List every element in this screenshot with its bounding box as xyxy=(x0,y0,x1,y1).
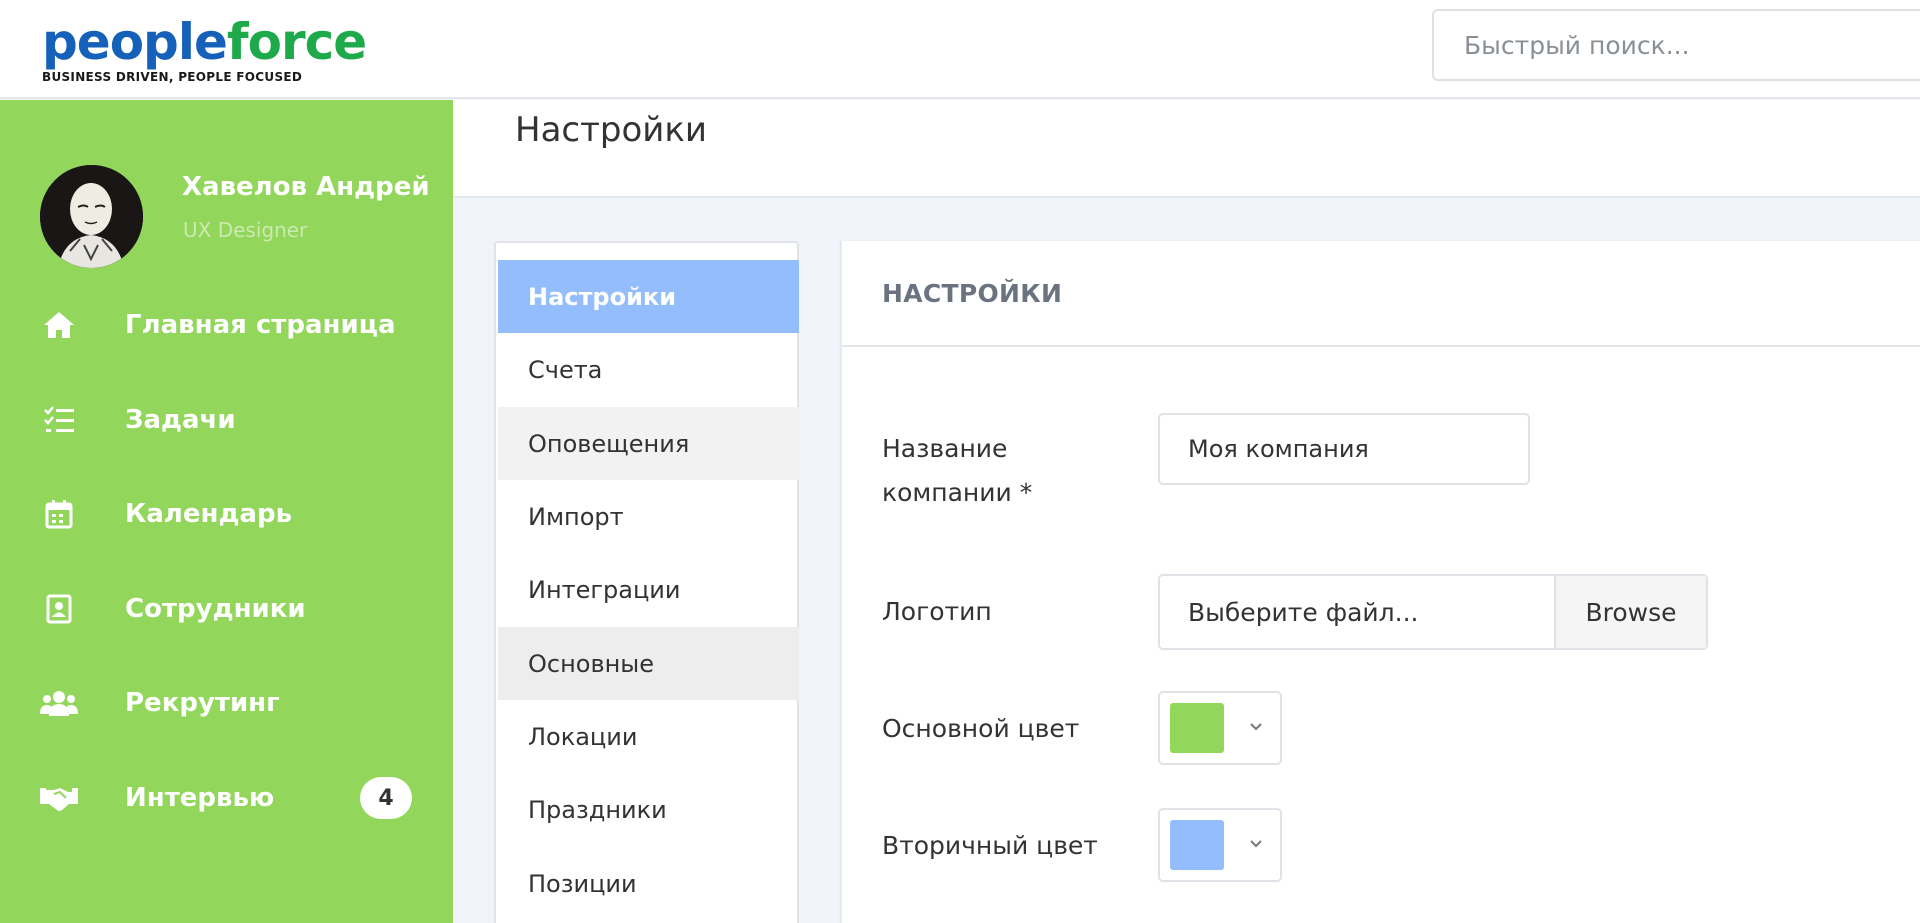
chevron-down-icon xyxy=(1250,840,1262,848)
panel-title: НАСТРОЙКИ xyxy=(882,279,1063,308)
top-header: peopleforce BUSINESS DRIVEN, PEOPLE FOCU… xyxy=(0,0,1920,99)
submenu-item-general[interactable]: Основные xyxy=(498,627,799,700)
user-name[interactable]: Хавелов Андрей xyxy=(182,172,430,202)
calendar-icon xyxy=(40,495,78,533)
primary-color-picker[interactable] xyxy=(1158,691,1282,765)
settings-panel: НАСТРОЙКИ Название компании * Логотип Вы… xyxy=(840,241,1920,923)
sidebar-item-label: Главная страница xyxy=(125,310,396,340)
sidebar-item-recruiting[interactable]: Рекрутинг xyxy=(0,673,453,733)
sidebar-item-home[interactable]: Главная страница xyxy=(0,295,453,355)
chevron-down-icon xyxy=(1250,723,1262,731)
page-title: Настройки xyxy=(515,110,708,150)
submenu-item-import[interactable]: Импорт xyxy=(498,480,799,553)
browse-button[interactable]: Browse xyxy=(1554,576,1706,648)
tasks-icon xyxy=(40,401,78,439)
sidebar-item-label: Календарь xyxy=(125,499,293,529)
peopleforce-logo[interactable]: peopleforce BUSINESS DRIVEN, PEOPLE FOCU… xyxy=(42,13,367,90)
quick-search[interactable] xyxy=(1432,9,1920,81)
company-name-label-line2: компании * xyxy=(882,478,1033,507)
users-icon xyxy=(40,684,78,722)
sidebar-item-interviews[interactable]: Интервью 4 xyxy=(0,768,453,828)
secondary-color-picker[interactable] xyxy=(1158,808,1282,882)
home-icon xyxy=(40,306,78,344)
handshake-icon xyxy=(40,779,78,817)
panel-header: НАСТРОЙКИ xyxy=(842,241,1920,347)
employee-card-icon xyxy=(40,590,78,628)
secondary-color-swatch xyxy=(1170,820,1224,870)
submenu-item-locations[interactable]: Локации xyxy=(498,700,799,773)
user-role: UX Designer xyxy=(183,218,308,242)
sidebar: Хавелов Андрей UX Designer Главная стран… xyxy=(0,100,453,923)
logo-file-placeholder[interactable]: Выберите файл... xyxy=(1160,576,1554,648)
logo-file-input[interactable]: Выберите файл... Browse xyxy=(1158,574,1708,650)
submenu-item-integrations[interactable]: Интеграции xyxy=(498,553,799,626)
secondary-color-label: Вторичный цвет xyxy=(882,831,1098,860)
logo-wordmark: peopleforce xyxy=(42,13,367,71)
sidebar-item-employees[interactable]: Сотрудники xyxy=(0,579,453,639)
interviews-count-badge: 4 xyxy=(360,777,412,819)
quick-search-input[interactable] xyxy=(1434,11,1920,79)
logo-brand-force: force xyxy=(226,13,367,71)
logo-brand-people: people xyxy=(42,13,228,71)
logo-label: Логотип xyxy=(882,597,992,626)
submenu-item-positions[interactable]: Позиции xyxy=(498,847,799,920)
avatar[interactable] xyxy=(40,165,143,268)
company-name-label: Название компании * xyxy=(882,427,1032,515)
submenu-item-settings[interactable]: Настройки xyxy=(498,260,799,333)
company-name-input[interactable] xyxy=(1160,415,1528,483)
primary-color-swatch xyxy=(1170,703,1224,753)
sidebar-item-label: Рекрутинг xyxy=(125,688,280,718)
sidebar-item-tasks[interactable]: Задачи xyxy=(0,390,453,450)
submenu-item-accounts[interactable]: Счета xyxy=(498,333,799,406)
sidebar-item-label: Сотрудники xyxy=(125,594,306,624)
company-name-label-line1: Название xyxy=(882,434,1008,463)
logo-tagline: BUSINESS DRIVEN, PEOPLE FOCUSED xyxy=(42,70,303,84)
company-name-field[interactable] xyxy=(1158,413,1530,485)
settings-submenu: Настройки Счета Оповещения Импорт Интегр… xyxy=(494,241,799,923)
submenu-item-notifications[interactable]: Оповещения xyxy=(498,407,799,480)
sidebar-item-label: Задачи xyxy=(125,405,236,435)
sidebar-item-label: Интервью xyxy=(125,783,275,813)
submenu-item-holidays[interactable]: Праздники xyxy=(498,773,799,846)
primary-color-label: Основной цвет xyxy=(882,714,1080,743)
page-title-bar: Настройки xyxy=(453,100,1920,198)
sidebar-item-calendar[interactable]: Календарь xyxy=(0,484,453,544)
